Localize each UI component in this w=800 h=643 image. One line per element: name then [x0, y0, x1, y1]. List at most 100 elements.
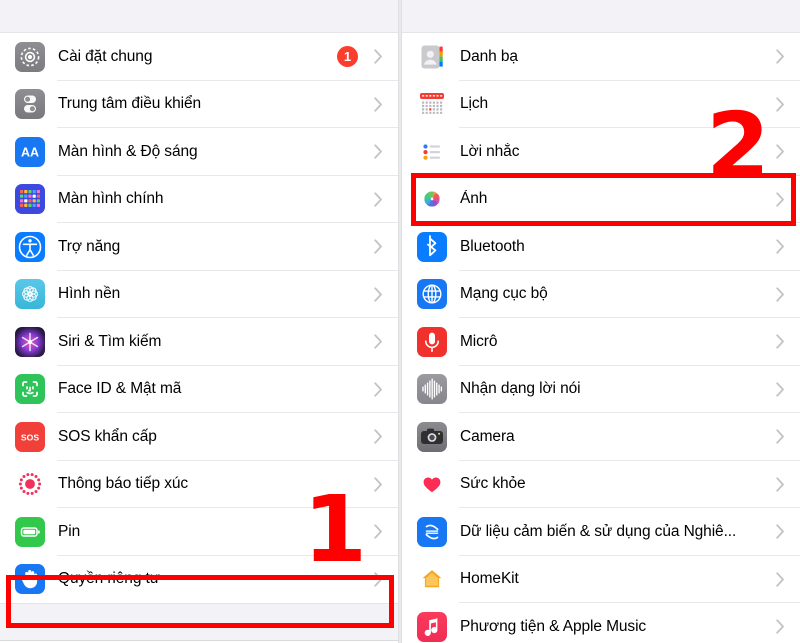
local-network-icon — [417, 279, 447, 310]
list-item[interactable]: Dữ liệu cảm biến & sử dụng của Nghiê... — [402, 508, 800, 556]
wallpaper-icon — [15, 279, 45, 310]
list-item[interactable]: Thông báo tiếp xúc — [0, 460, 398, 508]
battery-icon — [15, 516, 45, 547]
list-item-label: Danh bạ — [460, 47, 518, 65]
chevron-right-icon — [776, 49, 785, 64]
contacts-icon — [417, 41, 447, 72]
list-item-label: HomeKit — [460, 570, 519, 588]
list-item-label: Cài đặt chung — [58, 47, 153, 65]
chevron-right-icon — [374, 144, 383, 159]
list-item-label: Màn hình chính — [58, 190, 164, 208]
chevron-right-icon — [374, 477, 383, 492]
chevron-right-icon — [776, 287, 785, 302]
privacy-list-right[interactable]: Danh bạ Lịch Lời nhắc Ảnh Bluetooth Mạng cục … — [402, 33, 800, 643]
chevron-right-icon — [776, 572, 785, 587]
list-item-label: Thông báo tiếp xúc — [58, 475, 189, 493]
list-item[interactable]: Nhận dạng lời nói — [402, 365, 800, 413]
siri-icon — [15, 326, 45, 357]
photos-icon — [417, 184, 447, 215]
list-item-label: Bluetooth — [460, 237, 525, 255]
display-brightness-icon: AA — [15, 136, 45, 167]
chevron-right-icon — [776, 429, 785, 444]
list-item-label: Siri & Tìm kiếm — [58, 332, 162, 350]
speech-recognition-icon — [417, 374, 447, 405]
list-item[interactable]: Sức khỏe — [402, 460, 800, 508]
chevron-right-icon — [374, 572, 383, 587]
list-item[interactable]: Danh bạ — [402, 33, 800, 81]
chevron-right-icon — [776, 144, 785, 159]
reminders-icon — [417, 136, 447, 167]
settings-panel-left: Cài đặt chung 1 Trung tâm điều khiển AA Màn … — [0, 0, 398, 643]
chevron-right-icon — [374, 382, 383, 397]
list-item[interactable]: Bluetooth — [402, 223, 800, 271]
list-item-label: Màn hình & Độ sáng — [58, 142, 198, 160]
list-item-label: Camera — [460, 427, 515, 445]
list-item-label: Pin — [58, 522, 81, 540]
list-item[interactable]: Hình nền — [0, 270, 398, 318]
chevron-right-icon — [374, 287, 383, 302]
list-item-label: Quyền riêng tư — [58, 570, 161, 588]
list-item[interactable]: Mạng cục bộ — [402, 270, 800, 318]
list-footer-left — [0, 603, 398, 640]
list-item-label: Dữ liệu cảm biến & sử dụng của Nghiê... — [460, 522, 737, 540]
chevron-right-icon — [776, 192, 785, 207]
list-item[interactable]: AA Màn hình & Độ sáng — [0, 128, 398, 176]
chevron-right-icon — [374, 429, 383, 444]
privacy-hand-icon — [15, 564, 45, 595]
calendar-icon — [417, 89, 447, 120]
chevron-right-icon — [374, 239, 383, 254]
list-item[interactable]: Micrô — [402, 318, 800, 366]
sos-icon: SOS — [15, 421, 45, 452]
list-item[interactable]: HomeKit — [402, 555, 800, 603]
chevron-right-icon — [776, 334, 785, 349]
list-item-label: Sức khỏe — [460, 475, 526, 493]
list-item[interactable]: SOS SOS khẩn cấp — [0, 413, 398, 461]
music-icon — [417, 611, 447, 642]
camera-icon — [417, 421, 447, 452]
list-item[interactable]: Camera — [402, 413, 800, 461]
list-item-label: Mạng cục bộ — [460, 285, 548, 303]
list-item-label: Micrô — [460, 332, 498, 350]
status-bar-left — [0, 0, 398, 33]
chevron-right-icon — [776, 619, 785, 634]
notification-badge: 1 — [337, 46, 358, 68]
gear-icon — [15, 41, 45, 72]
svg-text:SOS: SOS — [21, 432, 39, 442]
chevron-right-icon — [776, 524, 785, 539]
list-item[interactable]: Cài đặt chung 1 — [0, 33, 398, 81]
list-item[interactable]: Phương tiện & Apple Music — [402, 603, 800, 643]
list-item[interactable]: Quyền riêng tư — [0, 555, 398, 603]
list-item[interactable]: Face ID & Mật mã — [0, 365, 398, 413]
list-item-label: Trung tâm điều khiển — [58, 95, 202, 113]
list-item[interactable]: Màn hình chính — [0, 175, 398, 223]
chevron-right-icon — [776, 477, 785, 492]
list-item-label: Trợ năng — [58, 237, 121, 255]
health-icon — [417, 469, 447, 500]
settings-list-left[interactable]: Cài đặt chung 1 Trung tâm điều khiển AA Màn … — [0, 33, 398, 603]
list-item-label: Hình nền — [58, 285, 121, 303]
accessibility-icon — [15, 231, 45, 262]
homekit-icon — [417, 564, 447, 595]
list-item[interactable]: Lời nhắc — [402, 128, 800, 176]
list-item[interactable]: Ảnh — [402, 175, 800, 223]
home-screen-icon — [15, 184, 45, 215]
chevron-right-icon — [776, 239, 785, 254]
svg-text:AA: AA — [21, 145, 39, 159]
list-item-label: Face ID & Mật mã — [58, 380, 182, 398]
list-item[interactable]: Pin — [0, 508, 398, 556]
status-bar-right — [402, 0, 800, 33]
bluetooth-icon — [417, 231, 447, 262]
chevron-right-icon — [374, 192, 383, 207]
chevron-right-icon — [374, 334, 383, 349]
microphone-icon — [417, 326, 447, 357]
list-item[interactable]: Trợ năng — [0, 223, 398, 271]
list-item[interactable]: Lịch — [402, 80, 800, 128]
list-item[interactable]: Trung tâm điều khiển — [0, 80, 398, 128]
research-sensor-icon — [417, 516, 447, 547]
chevron-right-icon — [374, 49, 383, 64]
list-item[interactable]: Siri & Tìm kiếm — [0, 318, 398, 366]
list-item-label: SOS khẩn cấp — [58, 427, 157, 445]
list-item-label: Lịch — [460, 95, 489, 113]
chevron-right-icon — [374, 524, 383, 539]
chevron-right-icon — [776, 382, 785, 397]
